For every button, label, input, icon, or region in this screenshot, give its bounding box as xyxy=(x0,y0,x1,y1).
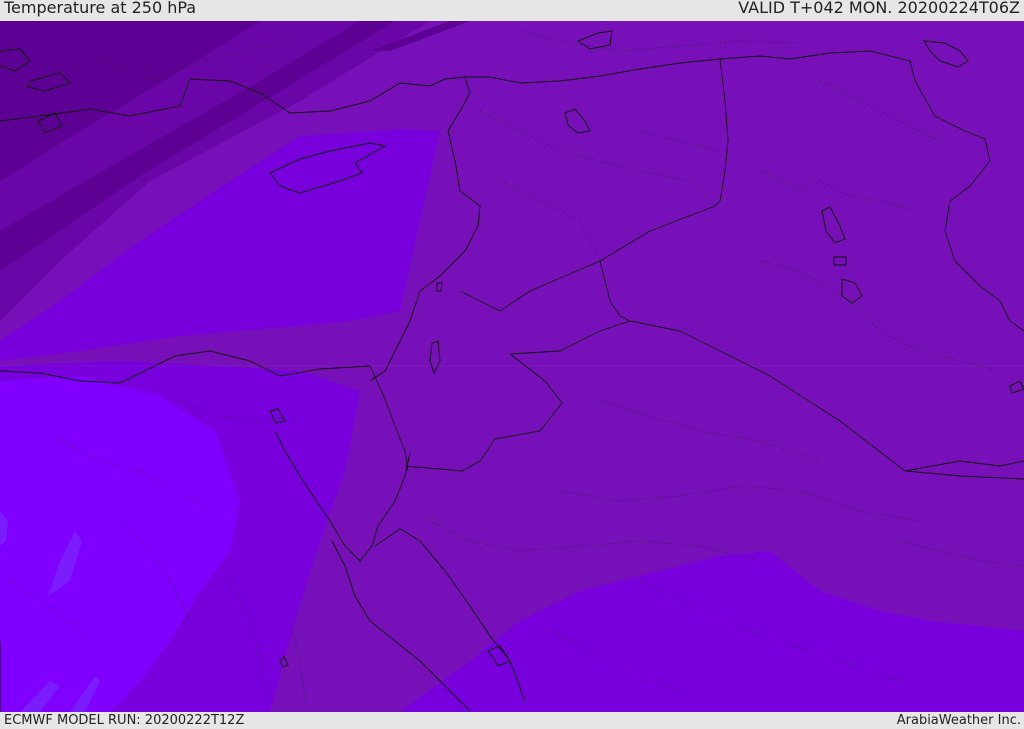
valid-time-label: VALID T+042 MON. 20200224T06Z xyxy=(738,0,1020,17)
map-title: Temperature at 250 hPa xyxy=(4,0,197,17)
temperature-map[interactable] xyxy=(0,21,1024,712)
map-header: Temperature at 250 hPa VALID T+042 MON. … xyxy=(0,0,1024,21)
credit-label: ArabiaWeather Inc. xyxy=(896,713,1021,728)
map-footer: ECMWF MODEL RUN: 20200222T12Z ArabiaWeat… xyxy=(0,712,1024,729)
model-run-label: ECMWF MODEL RUN: 20200222T12Z xyxy=(4,713,245,728)
